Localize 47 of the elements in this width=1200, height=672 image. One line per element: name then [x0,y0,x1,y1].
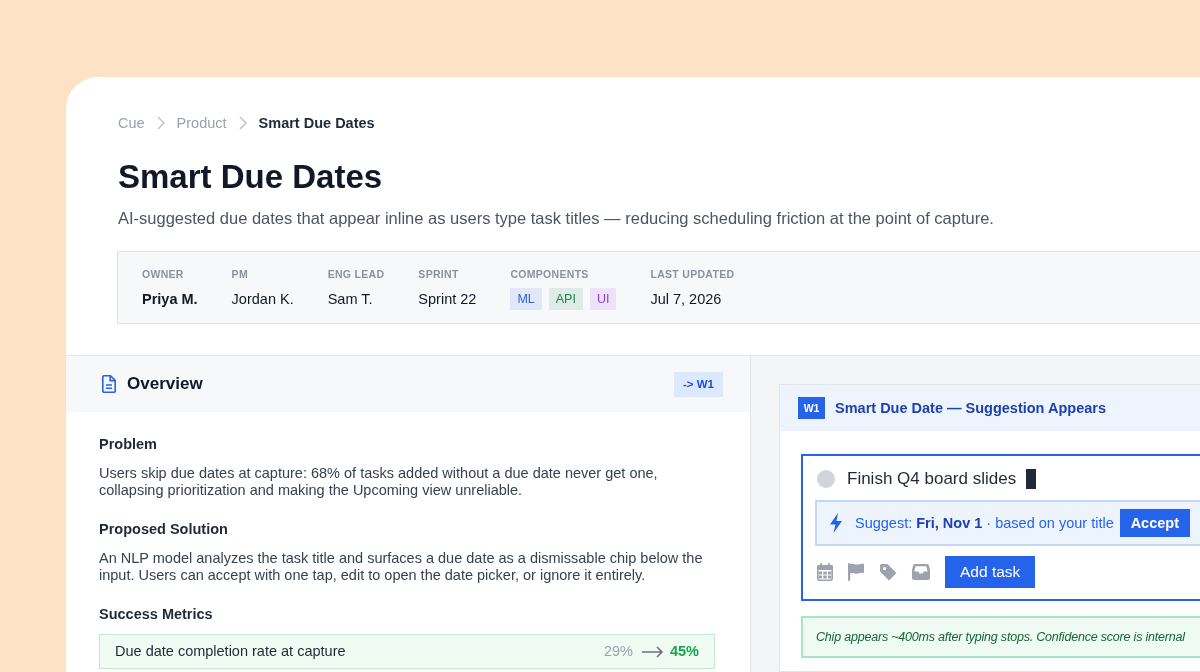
chevron-right-icon [238,116,247,130]
breadcrumb-link[interactable]: Smart Due Dates [258,113,375,133]
field-label: COMPONENTS [510,267,589,281]
document-icon [102,375,116,393]
section-heading: Problem [99,435,157,454]
field-value: Sam T. [327,290,373,309]
field-value: Sprint 22 [418,290,477,309]
field-value: Jul 7, 2026 [650,290,722,309]
page-subtitle: AI-suggested due dates that appear inline as users type task titles — reducing scheduling friction at the point of capture. [118,208,994,229]
section-heading: Success Metrics [99,605,213,624]
section-heading: Proposed Solution [99,520,228,539]
metric-label: Due date completion rate at capture [115,643,346,660]
text-cursor-icon [1026,469,1037,489]
annotation-text: Chip appears ~400ms after typing stops. Confidence score is internal [816,630,1185,644]
add-task-button[interactable]: Add task [945,556,1036,588]
suggestion-text: Suggest: Fri, Nov 1 · based on your title [855,515,1114,531]
lightning-icon [829,513,843,533]
tag-icon [880,563,897,581]
field-label: LAST UPDATED [650,267,735,281]
panel-title: Overview [127,374,203,394]
target-value: 45% [669,643,699,660]
component-tag: UI [589,288,617,310]
component-tag: API [548,288,583,310]
field-value: Priya M. [142,290,198,309]
field-label: OWNER [142,267,184,281]
page-title: Smart Due Dates [118,157,383,197]
baseline-value: 29% [603,643,633,660]
field-value: Jordan K. [231,290,294,309]
field-label: SPRINT [418,267,459,281]
calendar-icon [817,563,833,581]
wireframe-link[interactable]: -> W1 [674,371,723,397]
wireframe-title: Smart Due Date — Suggestion Appears [835,400,1106,416]
field-label: PM [231,267,248,281]
inbox-icon [912,564,930,580]
arrow-right-icon [641,645,664,658]
section-text: An NLP model analyzes the task title and surfaces a due date as a dismissable chip below the input. Users can accept with one tap, edit to open the date picker, or ignore it entirely. [99,550,704,584]
section-text: Users skip due dates at capture: 68% of tasks added without a due date never get one, collapsing prioritization and making the Upcoming view unreliable. [99,465,659,499]
field-label: ENG LEAD [327,267,385,281]
accept-button[interactable]: Accept [1119,509,1190,537]
chevron-right-icon [156,116,165,130]
task-title-field[interactable]: Finish Q4 board slides [847,469,1037,489]
flag-icon [848,563,865,581]
wireframe-badge: W1 [798,397,825,419]
task-circle-icon [817,470,835,488]
breadcrumb-link[interactable]: Product [176,113,227,133]
component-tag: ML [510,288,542,310]
breadcrumb-link[interactable]: Cue [118,113,145,133]
